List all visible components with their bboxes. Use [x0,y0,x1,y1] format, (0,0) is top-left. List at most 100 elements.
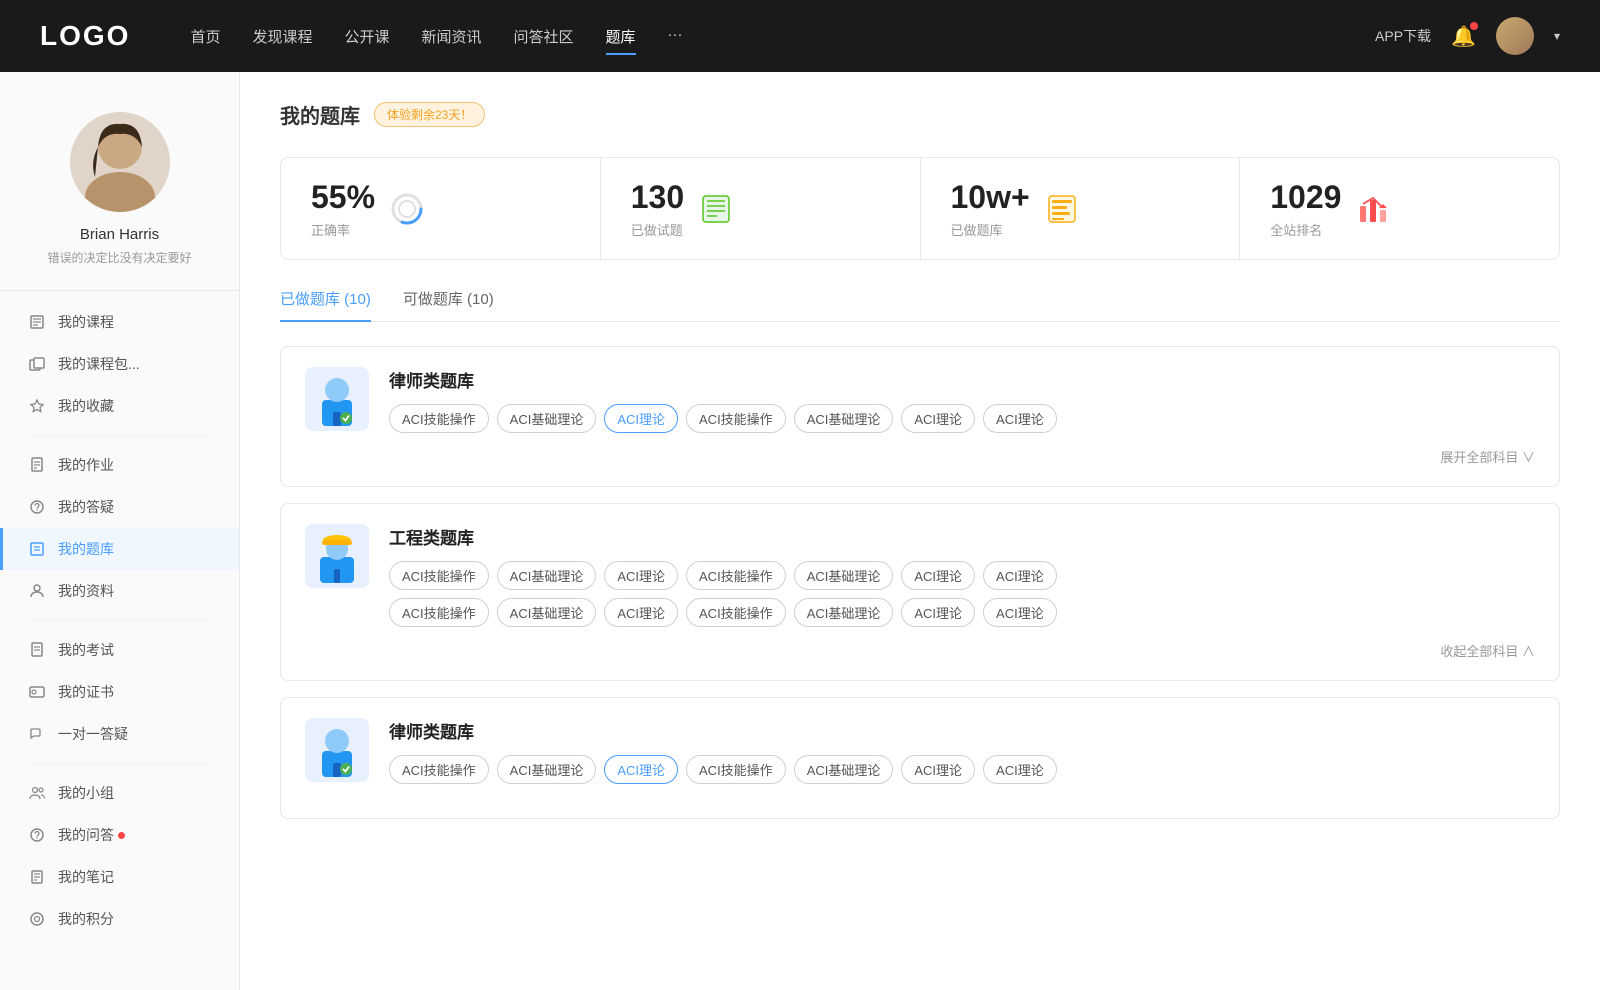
sidebar: Brian Harris 错误的决定比没有决定要好 我的课程 我的课程包... [0,72,240,990]
qbank-header-lawyer-1: 律师类题库 ACI技能操作 ACI基础理论 ACI理论 ACI技能操作 ACI基… [305,367,1535,433]
sidebar-item-qbank[interactable]: 我的题库 [0,528,239,570]
notification-dot [1470,22,1478,30]
trial-badge: 体验剩余23天！ [374,102,485,127]
qbank-content-lawyer-1: 律师类题库 ACI技能操作 ACI基础理论 ACI理论 ACI技能操作 ACI基… [389,367,1535,433]
tag-eng-basic-3[interactable]: ACI基础理论 [497,598,597,627]
questions-notification-dot [118,832,125,839]
qa-icon [28,498,46,516]
tag-eng-skill-4[interactable]: ACI技能操作 [686,598,786,627]
tag-law2-skill-1[interactable]: ACI技能操作 [389,755,489,784]
nav-item-bank[interactable]: 题库 [606,22,636,51]
sidebar-item-1on1qa[interactable]: 一对一答疑 [0,713,239,755]
collapse-button-engineer[interactable]: 收起全部科目 ∧ [305,641,1535,660]
stat-done-banks-text: 10w+ 已做题库 [951,178,1030,239]
notes-icon [28,868,46,886]
tag-eng-basic-2[interactable]: ACI基础理论 [794,561,894,590]
sidebar-item-qa[interactable]: 我的答疑 [0,486,239,528]
sidebar-item-notes[interactable]: 我的笔记 [0,856,239,898]
sidebar-item-exams[interactable]: 我的考试 [0,629,239,671]
qbank-title-lawyer-1: 律师类题库 [389,367,1535,392]
tag-law2-skill-2[interactable]: ACI技能操作 [686,755,786,784]
sidebar-profile: Brian Harris 错误的决定比没有决定要好 [0,102,239,291]
qbank-title-engineer: 工程类题库 [389,524,1535,549]
tag-aci-basic-2[interactable]: ACI基础理论 [794,404,894,433]
tag-eng-basic-1[interactable]: ACI基础理论 [497,561,597,590]
nav-item-more[interactable]: ··· [668,22,683,51]
account-dropdown-arrow[interactable]: ▾ [1554,29,1560,43]
tag-eng-theory-3[interactable]: ACI理论 [983,561,1057,590]
qbank-section-lawyer-1: 律师类题库 ACI技能操作 ACI基础理论 ACI理论 ACI技能操作 ACI基… [280,346,1560,487]
tag-eng-skill-3[interactable]: ACI技能操作 [389,598,489,627]
points-icon [28,910,46,928]
tag-eng-theory-6[interactable]: ACI理论 [983,598,1057,627]
tag-eng-basic-4[interactable]: ACI基础理论 [794,598,894,627]
sidebar-item-favorites[interactable]: 我的收藏 [0,385,239,427]
sidebar-label-course-packages: 我的课程包... [58,354,140,374]
stat-accuracy-text: 55% 正确率 [311,178,375,239]
groups-icon [28,784,46,802]
sidebar-label-qbank: 我的题库 [58,539,114,559]
content-area: 我的题库 体验剩余23天！ 55% 正确率 [240,72,1600,863]
tag-eng-theory-2[interactable]: ACI理论 [901,561,975,590]
qbank-content-lawyer-2: 律师类题库 ACI技能操作 ACI基础理论 ACI理论 ACI技能操作 ACI基… [389,718,1535,784]
tag-aci-basic-1[interactable]: ACI基础理论 [497,404,597,433]
tag-eng-theory-5[interactable]: ACI理论 [901,598,975,627]
sidebar-item-profile[interactable]: 我的资料 [0,570,239,612]
tab-available-banks[interactable]: 可做题库 (10) [403,288,494,321]
tag-law2-theory-3[interactable]: ACI理论 [983,755,1057,784]
avatar[interactable] [1496,17,1534,55]
sidebar-item-courses[interactable]: 我的课程 [0,301,239,343]
nav-item-open[interactable]: 公开课 [344,22,389,51]
sidebar-item-course-packages[interactable]: 我的课程包... [0,343,239,385]
tag-eng-skill-1[interactable]: ACI技能操作 [389,561,489,590]
engineer-svg [312,529,362,583]
tag-law2-theory-2[interactable]: ACI理论 [901,755,975,784]
app-download-button[interactable]: APP下载 [1375,26,1431,46]
engineer-icon-wrap [305,524,369,588]
tab-done-banks[interactable]: 已做题库 (10) [280,288,371,321]
nav-item-qa[interactable]: 问答社区 [514,22,574,51]
1on1qa-icon [28,725,46,743]
tag-aci-skill-2[interactable]: ACI技能操作 [686,404,786,433]
stat-rank-value: 1029 [1270,178,1341,216]
notification-bell[interactable]: 🔔 [1451,24,1476,49]
stat-accuracy: 55% 正确率 [281,158,601,259]
nav-right: APP下载 🔔 ▾ [1375,17,1560,55]
sidebar-motto: 错误的决定比没有决定要好 [47,249,191,266]
stat-done-banks: 10w+ 已做题库 [921,158,1241,259]
tag-eng-theory-4[interactable]: ACI理论 [604,598,678,627]
sidebar-username: Brian Harris [80,226,159,243]
tag-eng-skill-2[interactable]: ACI技能操作 [686,561,786,590]
tag-law2-basic-1[interactable]: ACI基础理论 [497,755,597,784]
sidebar-menu: 我的课程 我的课程包... 我的收藏 我的作业 [0,301,239,940]
logo[interactable]: LOGO [40,20,130,52]
sidebar-item-certificates[interactable]: 我的证书 [0,671,239,713]
tag-law2-theory-1[interactable]: ACI理论 [604,755,678,784]
sidebar-item-homework[interactable]: 我的作业 [0,444,239,486]
sidebar-label-certificates: 我的证书 [58,682,114,702]
nav-item-news[interactable]: 新闻资讯 [422,22,482,51]
sidebar-item-points[interactable]: 我的积分 [0,898,239,940]
done-banks-icon [1044,191,1080,227]
tag-aci-theory-2[interactable]: ACI理论 [901,404,975,433]
sidebar-item-groups[interactable]: 我的小组 [0,772,239,814]
favorites-icon [28,397,46,415]
tag-aci-theory-1[interactable]: ACI理论 [604,404,678,433]
sidebar-label-profile: 我的资料 [58,581,114,601]
tag-aci-skill-1[interactable]: ACI技能操作 [389,404,489,433]
stat-done-questions-value: 130 [631,178,684,216]
nav-item-home[interactable]: 首页 [190,22,220,51]
stat-done-banks-value: 10w+ [951,178,1030,216]
tag-eng-theory-1[interactable]: ACI理论 [604,561,678,590]
tag-law2-basic-2[interactable]: ACI基础理论 [794,755,894,784]
expand-button-lawyer-1[interactable]: 展开全部科目 ∨ [305,447,1535,466]
qbank-header-lawyer-2: 律师类题库 ACI技能操作 ACI基础理论 ACI理论 ACI技能操作 ACI基… [305,718,1535,784]
stat-done-questions-label: 已做试题 [631,220,684,239]
qbank-tabs: 已做题库 (10) 可做题库 (10) [280,288,1560,322]
tag-aci-theory-3[interactable]: ACI理论 [983,404,1057,433]
sidebar-item-questions[interactable]: 我的问答 [0,814,239,856]
qbank-tags-engineer-row2: ACI技能操作 ACI基础理论 ACI理论 ACI技能操作 ACI基础理论 AC… [389,598,1535,627]
stat-rank-text: 1029 全站排名 [1270,178,1341,239]
avatar-image [1496,17,1534,55]
nav-item-discover[interactable]: 发现课程 [252,22,312,51]
